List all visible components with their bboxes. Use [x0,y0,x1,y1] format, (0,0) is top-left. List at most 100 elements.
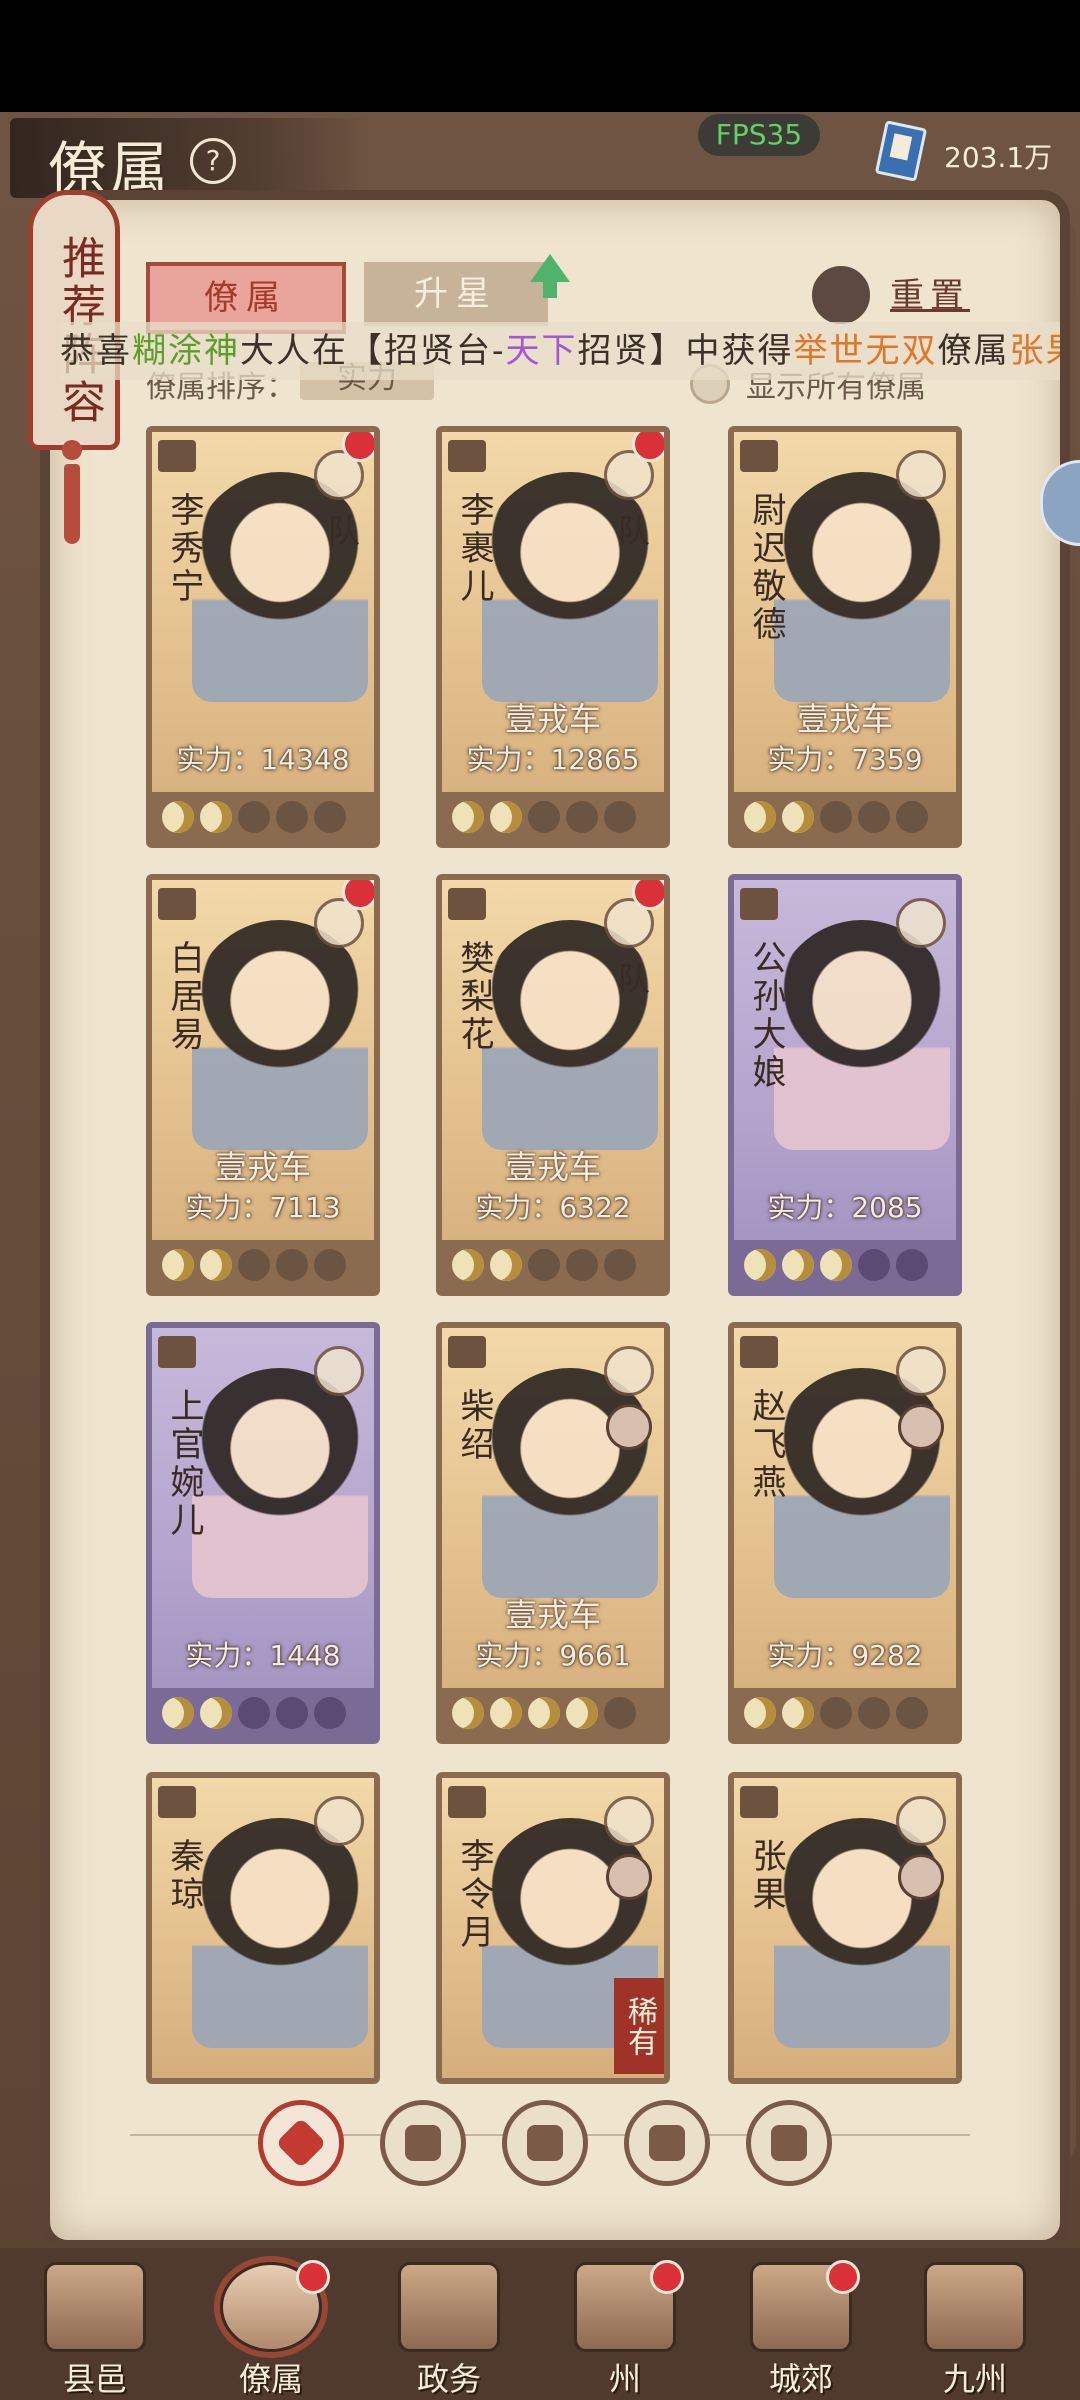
moon-star-icon [162,1697,194,1729]
nine-states-icon [924,2262,1026,2352]
moon-star-icon [490,801,522,833]
moon-star-icon [896,801,928,833]
lion-filter-icon[interactable] [746,2100,832,2186]
all-filter-icon[interactable] [258,2100,344,2186]
retainer-name: 秦琼 [164,1838,204,1914]
moon-star-icon [452,1697,484,1729]
moon-star-icon [858,1697,890,1729]
moon-star-icon [604,801,636,833]
moon-star-icon [314,801,346,833]
power-value: 实力：6322 [475,1191,631,1224]
portrait-image [774,472,950,702]
star-level [152,792,374,842]
power-value: 实力：2085 [767,1191,923,1224]
nav-item[interactable]: 僚属 [206,2260,336,2398]
filter-glyph [771,2125,807,2161]
retainer-card[interactable]: 樊梨花 队壹戎车 实力：6322 [436,874,670,1296]
retainer-name: 李秀宁 [164,492,204,606]
class-tag-icon [740,1336,778,1368]
nav-item[interactable]: 九州 [910,2262,1040,2398]
moon-star-icon [276,801,308,833]
gourd-filter-icon[interactable] [502,2100,588,2186]
class-tag-icon [158,1336,196,1368]
moon-star-icon [238,1697,270,1729]
status-bar [0,0,1080,112]
tab-star-up[interactable]: 升星 [364,262,548,326]
reset-icon[interactable] [808,262,874,328]
filter-glyph [275,2117,327,2169]
portrait-image [192,1368,368,1598]
moon-star-icon [566,801,598,833]
skill-type-icon [896,898,946,948]
star-level [734,1688,956,1738]
retainer-card[interactable]: 公孙大娘 实力：2085 [728,874,962,1296]
moon-star-icon [528,1249,560,1281]
power-value: 实力：14348 [176,743,350,776]
tassel-decoration [60,440,84,550]
power-value: 实力：1448 [185,1639,341,1672]
class-tag-icon [158,1786,196,1818]
notification-dot [296,2260,330,2294]
star-level [442,1688,664,1738]
team-marker: 队 [617,512,650,550]
class-tag-icon [158,888,196,920]
retainer-card[interactable]: 柴绍壹戎车实力：9661 [436,1322,670,1744]
moon-star-icon [782,1697,814,1729]
filter-glyph [527,2125,563,2161]
affairs-icon [398,2262,500,2352]
power-value: 实力：7113 [185,1191,341,1224]
retainer-name: 樊梨花 [454,940,494,1054]
skill-type-icon [314,1346,364,1396]
recommend-lineup-button[interactable]: 推荐阵容 [28,190,120,450]
portrait-image [192,1818,368,2048]
moon-star-icon [528,1697,560,1729]
team-marker: 队 [617,960,650,998]
portrait-image [482,1368,658,1598]
nav-label: 政务 [416,2360,481,2398]
moon-star-icon [896,1697,928,1729]
filter-glyph [649,2125,685,2161]
retainer-name: 张果 [746,1838,786,1914]
partner-avatar [898,1404,944,1450]
notification-dot [650,2260,684,2294]
retainer-card[interactable]: 李裹儿 队壹戎车 实力：12865 [436,426,670,848]
help-icon[interactable]: ? [190,138,236,184]
moon-star-icon [858,801,890,833]
retainer-card[interactable]: 赵飞燕 实力：9282 [728,1322,962,1744]
nav-label: 县邑 [62,2360,127,2398]
moon-star-icon [200,1697,232,1729]
moon-star-icon [276,1249,308,1281]
nav-label: 九州 [942,2360,1007,2398]
retainer-card[interactable]: 白居易 壹戎车 实力：7113 [146,874,380,1296]
helmet-filter-icon[interactable] [380,2100,466,2186]
currency-amount: 203.1万 [944,141,1053,174]
skill-type-icon [896,1796,946,1846]
moon-star-icon [238,801,270,833]
moon-star-icon [528,801,560,833]
retainer-card[interactable]: 李令月 稀有 [436,1772,670,2084]
moon-star-icon [820,1249,852,1281]
reset-button[interactable]: 重置 [890,268,970,317]
retainer-name: 柴绍 [454,1388,494,1464]
retainer-card[interactable]: 秦琼 [146,1772,380,2084]
retainer-name: 赵飞燕 [746,1388,786,1502]
retainer-card[interactable]: 张果 [728,1772,962,2084]
retainer-card[interactable]: 尉迟敬德 壹戎车 实力：7359 [728,426,962,848]
fan-filter-icon[interactable] [624,2100,710,2186]
star-level [442,792,664,842]
portrait-image [774,1818,950,2048]
prestige-title: 壹戎车 [214,1148,311,1186]
skill-type-icon [314,1796,364,1846]
prestige-title: 壹戎车 [504,1596,601,1634]
nav-item[interactable]: 城郊 [736,2260,866,2398]
power-value: 实力：9661 [475,1639,631,1672]
retainer-name: 上官婉儿 [164,1388,204,1540]
retainer-card[interactable]: 李秀宁 队实力：14348 [146,426,380,848]
retainer-card[interactable]: 上官婉儿实力：1448 [146,1322,380,1744]
nav-item[interactable]: 政务 [384,2262,514,2398]
nav-item[interactable]: 县邑 [30,2262,160,2398]
nav-item[interactable]: 州 [560,2260,690,2398]
nav-label: 城郊 [768,2360,833,2398]
nav-label: 州 [608,2360,641,2398]
moon-star-icon [162,1249,194,1281]
